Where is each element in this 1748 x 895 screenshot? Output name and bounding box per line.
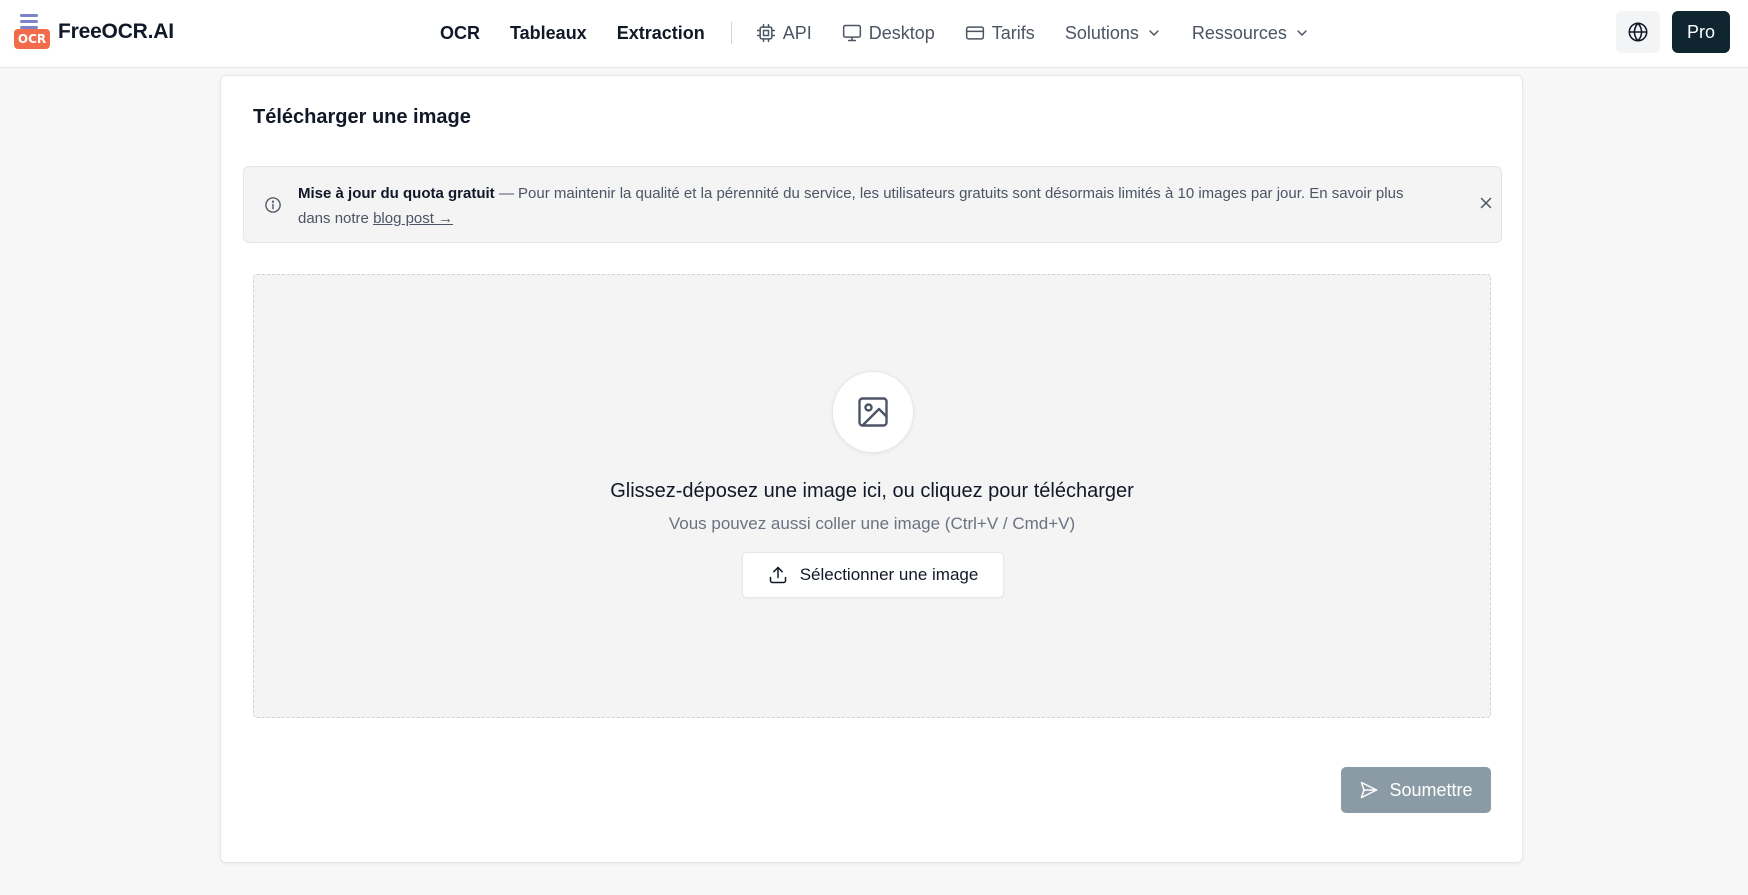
quota-notice: Mise à jour du quota gratuit — Pour main… — [243, 166, 1502, 243]
nav-solutions-label: Solutions — [1064, 22, 1139, 43]
logo-badge: OCR — [14, 29, 50, 49]
nav-divider — [730, 22, 732, 44]
globe-icon — [1627, 21, 1649, 43]
close-icon[interactable] — [1477, 194, 1495, 212]
image-dropzone[interactable]: Glissez-déposez une image ici, ou clique… — [253, 274, 1491, 718]
language-button[interactable] — [1616, 11, 1660, 53]
select-image-button[interactable]: Sélectionner une image — [742, 552, 1004, 598]
logo-icon: OCR — [14, 12, 50, 52]
top-navbar: OCR FreeOCR.AI OCR Tableaux Extraction A… — [0, 0, 1748, 68]
nav-ocr-label: OCR — [440, 22, 480, 43]
dropzone-title: Glissez-déposez une image ici, ou clique… — [610, 480, 1134, 502]
pro-button[interactable]: Pro — [1672, 11, 1730, 53]
nav-tarifs-label: Tarifs — [991, 22, 1035, 43]
chevron-down-icon — [1146, 25, 1162, 41]
notice-title: Mise à jour du quota gratuit — [298, 185, 495, 202]
select-image-label: Sélectionner une image — [799, 565, 979, 584]
nav-ressources-label: Ressources — [1191, 22, 1287, 43]
nav-api-label: API — [782, 22, 812, 43]
brand-name: FreeOCR.AI — [58, 20, 174, 43]
nav-extraction-label: Extraction — [616, 22, 705, 43]
nav-tarifs[interactable]: Tarifs — [965, 23, 1035, 44]
nav-desktop[interactable]: Desktop — [842, 23, 935, 44]
submit-label: Soumettre — [1389, 779, 1473, 800]
monitor-icon — [842, 23, 862, 43]
image-icon — [832, 371, 914, 453]
blog-post-link[interactable]: blog post → — [373, 210, 453, 227]
nav-solutions-dropdown[interactable]: Solutions — [1065, 23, 1162, 44]
credit-card-icon — [965, 23, 985, 43]
notice-text: Mise à jour du quota gratuit — Pour main… — [298, 181, 1418, 231]
upload-card: Télécharger une image Mise à jour du quo… — [220, 75, 1523, 863]
card-title: Télécharger une image — [253, 106, 471, 128]
nav-desktop-label: Desktop — [868, 22, 935, 43]
nav-api[interactable]: API — [756, 23, 812, 44]
upload-icon — [768, 565, 788, 585]
send-icon — [1359, 780, 1379, 800]
nav-tableaux-label: Tableaux — [510, 22, 587, 43]
submit-button[interactable]: Soumettre — [1341, 767, 1491, 813]
nav-ocr[interactable]: OCR — [440, 23, 480, 44]
chevron-down-icon — [1294, 25, 1310, 41]
brand-logo[interactable]: OCR FreeOCR.AI — [14, 12, 174, 52]
chip-icon — [756, 23, 776, 43]
dropzone-subtitle: Vous pouvez aussi coller une image (Ctrl… — [668, 514, 1076, 533]
main-nav: OCR Tableaux Extraction API Desktop Tari… — [440, 0, 1340, 66]
nav-tableaux[interactable]: Tableaux — [510, 23, 587, 44]
info-icon — [264, 196, 282, 219]
nav-ressources-dropdown[interactable]: Ressources — [1192, 23, 1310, 44]
nav-extraction[interactable]: Extraction — [617, 23, 705, 44]
